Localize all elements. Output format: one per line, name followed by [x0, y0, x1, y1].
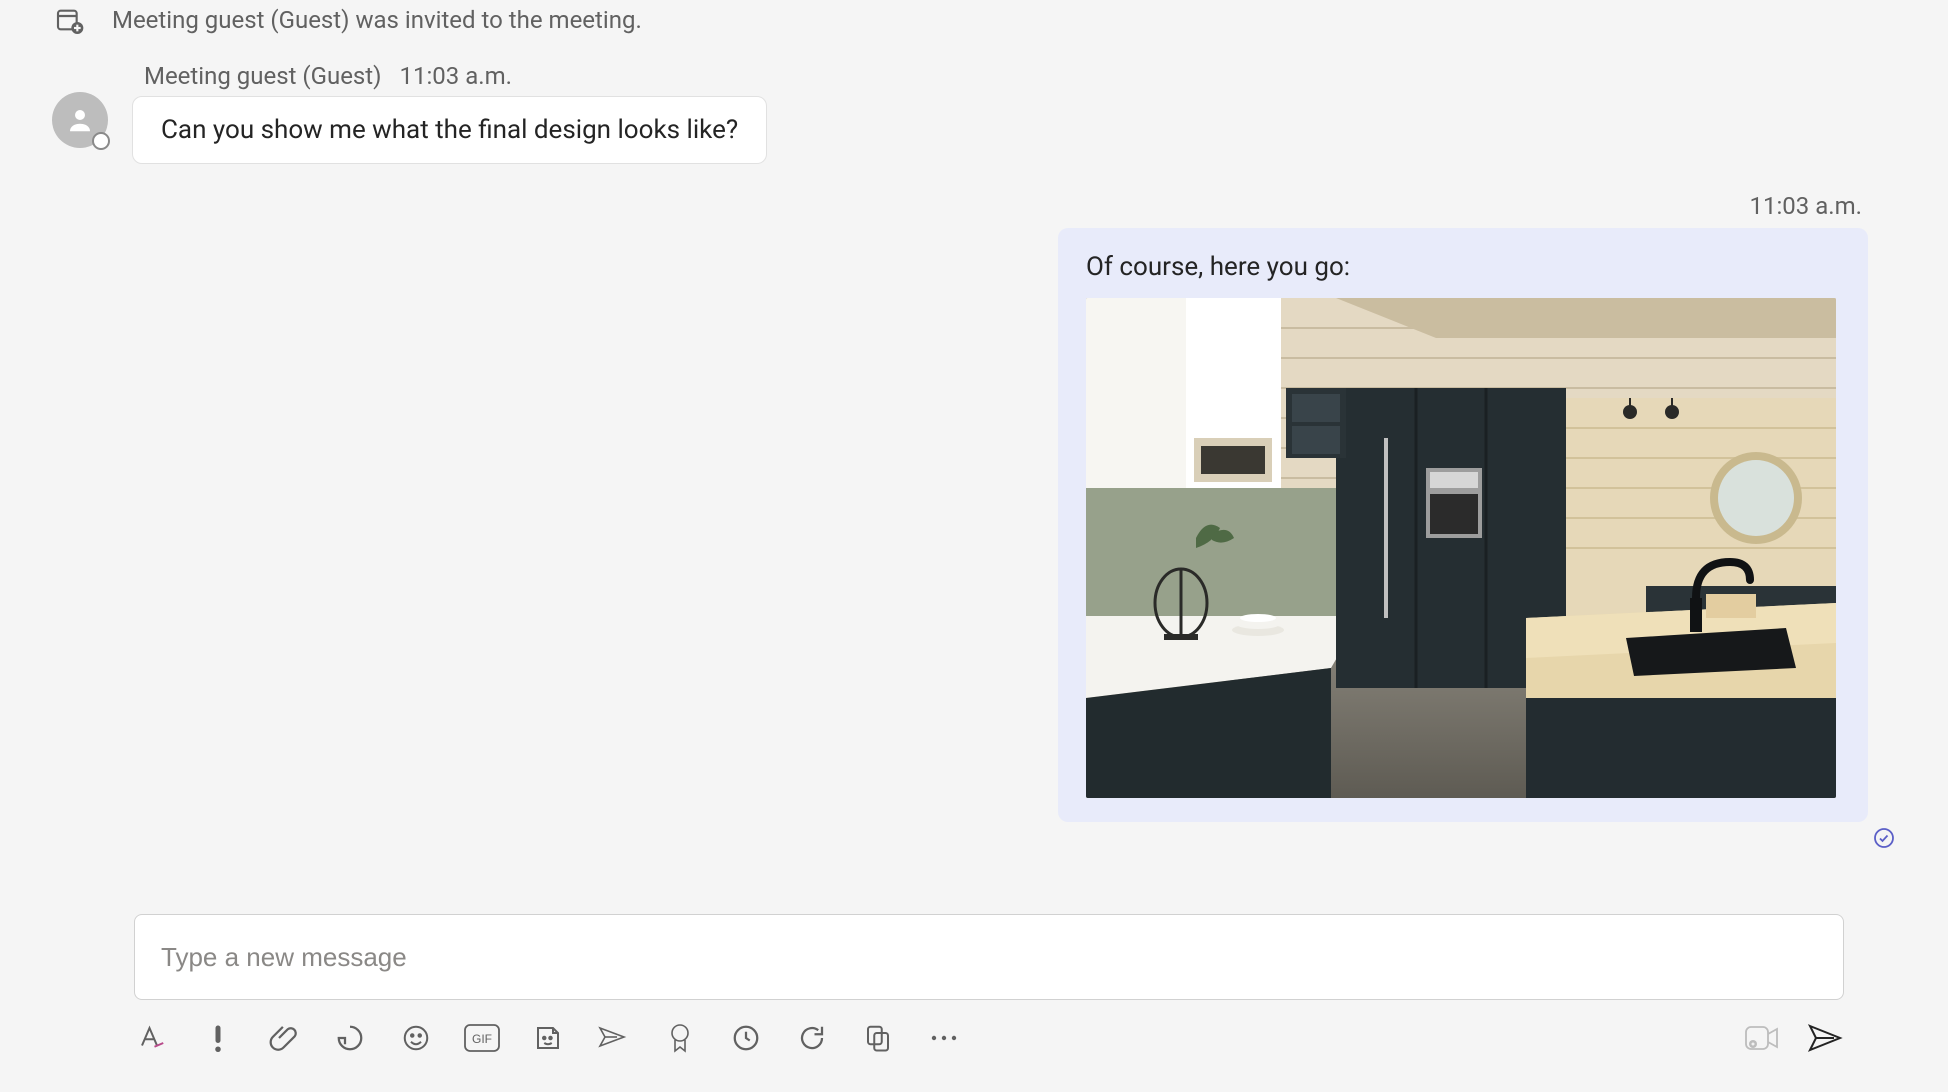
message-composer: GIF [134, 914, 1844, 1056]
send-icon[interactable] [1808, 1020, 1844, 1056]
received-timestamp: 11:03 a.m. [400, 62, 512, 90]
person-icon [65, 105, 95, 135]
attached-image[interactable] [1086, 298, 1836, 798]
ribbon-icon[interactable] [662, 1020, 698, 1056]
gif-icon[interactable]: GIF [464, 1020, 500, 1056]
seen-indicator [1872, 826, 1896, 850]
system-event: Meeting guest (Guest) was invited to the… [52, 4, 1908, 36]
sender-avatar[interactable] [52, 92, 108, 148]
calendar-add-icon [52, 4, 88, 36]
message-input[interactable] [134, 914, 1844, 1000]
exclamation-icon[interactable] [200, 1020, 236, 1056]
sent-text: Of course, here you go: [1086, 252, 1840, 282]
duplicate-icon[interactable] [860, 1020, 896, 1056]
composer-toolbar: GIF [134, 1020, 1844, 1056]
paperclip-icon[interactable] [266, 1020, 302, 1056]
received-text: Can you show me what the final design lo… [161, 115, 738, 145]
update-arrow-icon[interactable] [794, 1020, 830, 1056]
more-ellipsis-icon[interactable] [926, 1020, 962, 1056]
received-bubble: Can you show me what the final design lo… [132, 96, 767, 164]
sent-message[interactable]: 11:03 a.m. Of course, here you go: [40, 192, 1908, 850]
sent-bubble: Of course, here you go: [1058, 228, 1868, 822]
video-clip-icon[interactable] [1744, 1020, 1780, 1056]
received-message[interactable]: Meeting guest (Guest) 11:03 a.m. Can you… [52, 62, 1908, 164]
circle-check-icon[interactable] [728, 1020, 764, 1056]
sender-name: Meeting guest (Guest) [144, 62, 382, 90]
sent-timestamp: 11:03 a.m. [1750, 192, 1862, 220]
schedule-send-icon[interactable] [596, 1020, 632, 1056]
sticker-icon[interactable] [530, 1020, 566, 1056]
chat-message-list: Meeting guest (Guest) was invited to the… [0, 0, 1948, 912]
emoji-icon[interactable] [398, 1020, 434, 1056]
loop-component-icon[interactable] [332, 1020, 368, 1056]
presence-indicator [92, 132, 110, 150]
system-event-text: Meeting guest (Guest) was invited to the… [112, 6, 642, 34]
format-text-icon[interactable] [134, 1020, 170, 1056]
svg-text:GIF: GIF [472, 1032, 492, 1046]
